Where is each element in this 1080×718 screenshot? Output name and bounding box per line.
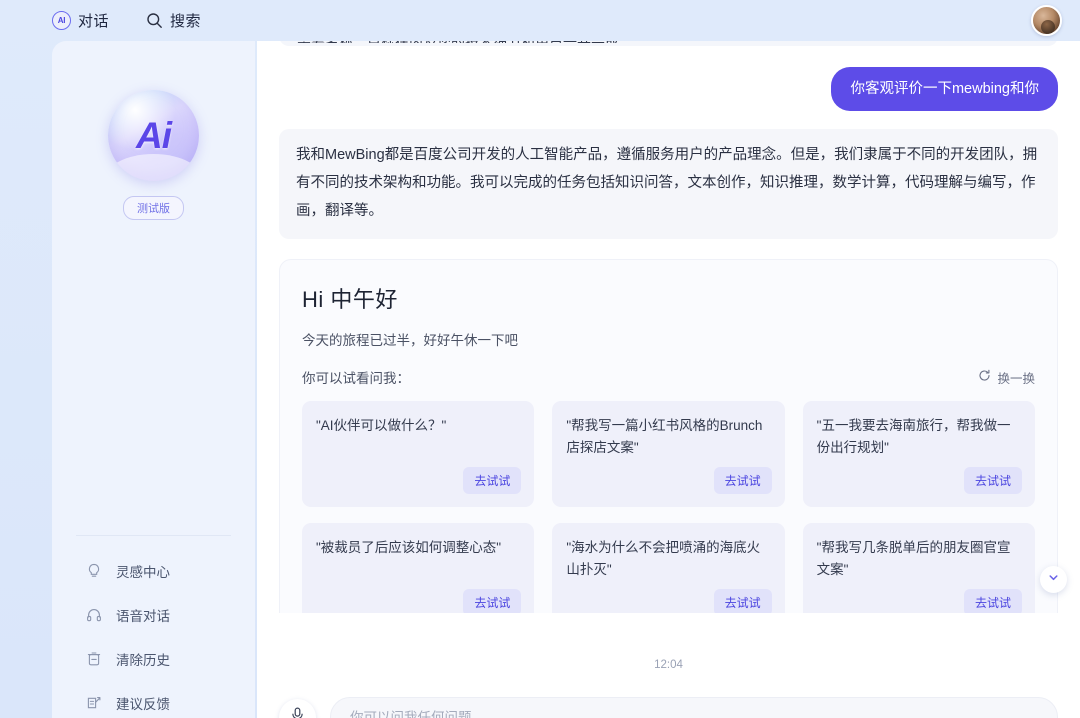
greeting-prompt-row: 你可以试看问我： 换一换 — [302, 367, 1035, 387]
suggestion-text: "五一我要去海南旅行，帮我做一份出行规划" — [816, 418, 1011, 455]
beta-badge: 测试版 — [123, 196, 184, 220]
suggestion-text: "帮我写几条脱单后的朋友圈官宣文案" — [816, 540, 1011, 577]
feedback-icon — [85, 695, 102, 712]
try-button[interactable]: 去试试 — [963, 467, 1022, 494]
user-message-row: 你客观评价一下mewbing和你 — [279, 67, 1058, 111]
try-button[interactable]: 去试试 — [963, 589, 1022, 613]
greeting-title: Hi 中午好 — [302, 287, 398, 312]
sidebar-item-clear-history-label: 清除历史 — [116, 653, 170, 668]
sidebar-divider — [76, 535, 231, 536]
sidebar-item-feedback-label: 建议反馈 — [116, 697, 170, 712]
message-input[interactable] — [350, 709, 1038, 718]
clipped-previous-message: 需要名称、目标在内及您的技术细节和用户一并完成。 — [279, 41, 1058, 46]
assistant-message-bubble: 我和MewBing都是百度公司开发的人工智能产品，遵循服务用户的产品理念。但是，… — [279, 129, 1058, 239]
greeting-prompt-label: 你可以试看问我： — [302, 371, 410, 386]
message-timestamp: 12:04 — [654, 659, 683, 671]
sidebar-menu: 灵感中心 语音对话 清除历史 建议反馈 — [52, 549, 255, 718]
nav-item-search-label: 搜索 — [170, 13, 202, 30]
ai-logo-text: Ai — [136, 114, 172, 156]
greeting-subtitle: 今天的旅程已过半，好好午休一下吧 — [302, 333, 518, 348]
sidebar-item-feedback[interactable]: 建议反馈 — [52, 681, 255, 718]
refresh-icon — [978, 369, 991, 385]
ai-sphere-icon: Ai — [108, 90, 199, 181]
suggestion-text: "被裁员了后应该如何调整心态" — [316, 540, 502, 555]
greeting-card: Hi 中午好 今天的旅程已过半，好好午休一下吧 你可以试看问我： 换一换 "AI… — [279, 259, 1058, 613]
scroll-to-bottom-button[interactable] — [1040, 566, 1067, 593]
app-window: AI 对话 搜索 Ai 测试版 灵感中心 语音对话 清除历史 建议反馈 你客观评… — [0, 0, 1080, 718]
suggestion-card[interactable]: "AI伙伴可以做什么？" 去试试 — [302, 401, 535, 507]
search-icon — [145, 12, 163, 30]
suggestion-card[interactable]: "被裁员了后应该如何调整心态" 去试试 — [302, 523, 535, 613]
sidebar-item-voice-chat-label: 语音对话 — [116, 609, 170, 624]
ai-badge-icon: AI — [52, 11, 71, 30]
nav-item-search[interactable]: 搜索 — [145, 10, 201, 31]
chevron-down-icon — [1047, 571, 1060, 589]
nav-item-dialogue[interactable]: AI 对话 — [52, 10, 109, 31]
try-button[interactable]: 去试试 — [463, 467, 522, 494]
suggestion-card[interactable]: "海水为什么不会把喷涌的海底火山扑灭" 去试试 — [552, 523, 785, 613]
try-button[interactable]: 去试试 — [463, 589, 522, 613]
sidebar-logo: Ai 测试版 — [52, 90, 255, 220]
suggestion-text: "AI伙伴可以做什么？" — [316, 418, 447, 433]
user-message-bubble: 你客观评价一下mewbing和你 — [831, 67, 1058, 111]
sidebar: Ai 测试版 灵感中心 语音对话 清除历史 建议反馈 — [52, 41, 255, 718]
suggestion-card[interactable]: "五一我要去海南旅行，帮我做一份出行规划" 去试试 — [802, 401, 1035, 507]
lightbulb-icon — [85, 563, 102, 580]
main-panel: 需要名称、目标在内及您的技术细节和用户一并完成。 你客观评价一下mewbing和… — [257, 41, 1080, 718]
suggestion-text: "帮我写一篇小红书风格的Brunch店探店文案" — [566, 418, 763, 455]
refresh-suggestions-label: 换一换 — [997, 371, 1035, 386]
suggestion-card[interactable]: "帮我写一篇小红书风格的Brunch店探店文案" 去试试 — [552, 401, 785, 507]
sidebar-item-voice-chat[interactable]: 语音对话 — [52, 593, 255, 637]
try-button[interactable]: 去试试 — [713, 589, 772, 613]
sidebar-item-inspiration[interactable]: 灵感中心 — [52, 549, 255, 593]
sidebar-item-clear-history[interactable]: 清除历史 — [52, 637, 255, 681]
message-composer — [257, 686, 1080, 718]
clipped-message-text: 需要名称、目标在内及您的技术细节和用户一并完成。 — [279, 41, 1058, 43]
avatar[interactable] — [1031, 5, 1062, 36]
message-input-wrapper[interactable] — [330, 697, 1058, 718]
voice-input-button[interactable] — [279, 698, 316, 718]
sidebar-item-inspiration-label: 灵感中心 — [116, 565, 170, 580]
chat-message-list[interactable]: 需要名称、目标在内及您的技术细节和用户一并完成。 你客观评价一下mewbing和… — [257, 41, 1080, 613]
nav-item-dialogue-label: 对话 — [78, 13, 110, 30]
microphone-icon — [289, 706, 306, 718]
suggestion-text: "海水为什么不会把喷涌的海底火山扑灭" — [566, 540, 761, 577]
top-navigation-bar: AI 对话 搜索 — [0, 0, 1080, 41]
headphones-icon — [85, 607, 102, 624]
trash-icon — [85, 651, 102, 668]
refresh-suggestions-button[interactable]: 换一换 — [978, 368, 1035, 387]
try-button[interactable]: 去试试 — [713, 467, 772, 494]
suggestion-card[interactable]: "帮我写几条脱单后的朋友圈官宣文案" 去试试 — [802, 523, 1035, 613]
suggestion-card-grid: "AI伙伴可以做什么？" 去试试 "帮我写一篇小红书风格的Brunch店探店文案… — [302, 401, 1035, 613]
